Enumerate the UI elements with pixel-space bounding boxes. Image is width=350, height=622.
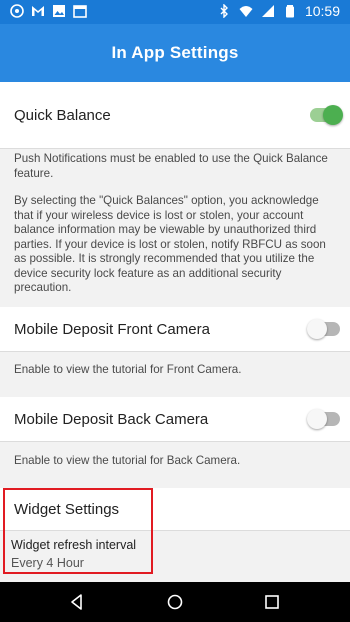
- front-camera-description: Enable to view the tutorial for Front Ca…: [14, 363, 242, 376]
- settings-list[interactable]: Quick Balance Push Notifications must be…: [0, 82, 350, 582]
- divider: [0, 351, 350, 352]
- back-camera-row[interactable]: Mobile Deposit Back Camera: [0, 397, 350, 441]
- back-camera-description: Enable to view the tutorial for Back Cam…: [14, 454, 241, 467]
- toggle-knob: [307, 319, 327, 339]
- widget-settings-header: Widget Settings: [0, 488, 350, 530]
- toggle-knob: [323, 105, 343, 125]
- quick-balance-note: Push Notifications must be enabled to us…: [14, 152, 328, 180]
- toggle-knob: [307, 409, 327, 429]
- app-bar: In App Settings: [0, 24, 350, 82]
- quick-balance-disclaimer: By selecting the "Quick Balances" option…: [14, 194, 326, 294]
- back-camera-label: Mobile Deposit Back Camera: [14, 410, 209, 428]
- back-camera-toggle[interactable]: [307, 409, 340, 429]
- widget-refresh-value: Every 4 Hour: [11, 556, 84, 570]
- signal-icon: [261, 5, 274, 17]
- quick-balance-toggle[interactable]: [310, 105, 343, 125]
- bluetooth-icon: [220, 4, 228, 18]
- wifi-icon: [239, 6, 253, 17]
- calendar-icon: [73, 5, 87, 18]
- quick-balance-label: Quick Balance: [14, 106, 111, 124]
- front-camera-label: Mobile Deposit Front Camera: [14, 320, 210, 338]
- gmail-icon: [32, 6, 44, 16]
- divider: [0, 148, 350, 149]
- widget-refresh-label: Widget refresh interval: [11, 538, 137, 552]
- status-bar: 10:59: [0, 0, 350, 24]
- home-icon[interactable]: [165, 592, 185, 612]
- nav-bar: [0, 582, 350, 622]
- chat-icon: [10, 4, 24, 18]
- divider: [0, 441, 350, 442]
- page-title: In App Settings: [111, 43, 239, 62]
- recents-icon[interactable]: [262, 592, 282, 612]
- status-time: 10:59: [304, 3, 340, 19]
- quick-balance-row[interactable]: Quick Balance: [0, 82, 350, 148]
- battery-icon: [285, 5, 294, 18]
- image-icon: [53, 5, 65, 17]
- front-camera-toggle[interactable]: [307, 319, 340, 339]
- widget-refresh-row[interactable]: Widget refresh interval Every 4 Hour: [0, 534, 350, 574]
- divider: [0, 530, 350, 531]
- widget-settings-label: Widget Settings: [14, 500, 120, 518]
- front-camera-row[interactable]: Mobile Deposit Front Camera: [0, 307, 350, 351]
- back-icon[interactable]: [67, 592, 87, 612]
